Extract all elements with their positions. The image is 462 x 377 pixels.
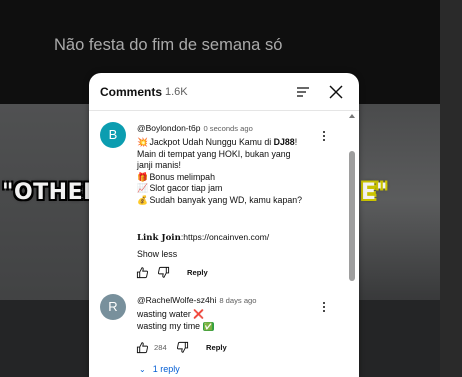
comment-link[interactable]: :https://oncainven.com/ bbox=[181, 232, 269, 242]
close-icon[interactable] bbox=[326, 82, 346, 102]
comment-line: wasting my time ✅ bbox=[137, 320, 214, 331]
comment-time[interactable]: 0 seconds ago bbox=[203, 124, 252, 133]
comment-author[interactable]: @Boylondon-t6p 0 seconds ago bbox=[137, 123, 253, 133]
show-less-button[interactable]: Show less bbox=[137, 249, 177, 259]
comment-bullet: 💰 Sudah banyak yang WD, kamu kapan? bbox=[137, 194, 303, 205]
avatar-letter: B bbox=[108, 127, 118, 142]
dislike-icon[interactable] bbox=[176, 341, 189, 354]
collision-emoji: 💥 bbox=[137, 137, 148, 147]
link-label: Link Join bbox=[137, 233, 181, 243]
dislike-icon[interactable] bbox=[157, 266, 170, 279]
avatar[interactable]: B bbox=[100, 122, 126, 148]
brand-text: DJ88 bbox=[273, 137, 295, 147]
comment-bullet: 📈 Slot gacor tiap jam bbox=[137, 183, 223, 193]
comments-count: 1.6K bbox=[165, 86, 188, 98]
comment-link-line: Link Join:https://oncainven.com/ bbox=[137, 232, 337, 245]
comments-list[interactable]: B @Boylondon-t6p 0 seconds ago 💥 Jackpot … bbox=[89, 112, 359, 377]
comment-bullet: 🎁 Bonus melimpah bbox=[137, 171, 215, 182]
side-strip bbox=[440, 0, 462, 377]
money-bag-emoji: 💰 bbox=[137, 194, 148, 205]
comment-actions: 284 Reply bbox=[136, 341, 246, 355]
like-icon[interactable] bbox=[136, 341, 149, 354]
comment-author[interactable]: @RachelWolfe-sz4hi 8 days ago bbox=[137, 295, 257, 305]
comment-text: 💥 Jackpot Udah Nunggu Kamu di DJ88! Main… bbox=[137, 137, 337, 206]
reply-button[interactable]: Reply bbox=[206, 343, 227, 352]
comment-line: Main di tempat yang HOKI, bukan yang bbox=[137, 148, 291, 159]
comments-header: Comments 1.6K bbox=[89, 73, 359, 111]
reply-button[interactable]: Reply bbox=[187, 268, 208, 277]
view-replies-button[interactable]: ⌄ 1 reply bbox=[139, 364, 180, 374]
author-handle[interactable]: @RachelWolfe-sz4hi bbox=[137, 295, 216, 305]
comment-line: janji manis! bbox=[137, 160, 182, 170]
sort-icon[interactable] bbox=[294, 83, 312, 101]
check-mark-emoji: ✅ bbox=[202, 321, 214, 331]
comments-title: Comments bbox=[100, 85, 163, 99]
video-title: Não festa do fim de semana só bbox=[54, 36, 283, 54]
comment-actions: Reply bbox=[136, 266, 216, 280]
scroll-thumb[interactable] bbox=[349, 151, 355, 281]
like-count: 284 bbox=[154, 343, 167, 352]
comment-line: wasting water ❌ bbox=[137, 309, 205, 319]
like-icon[interactable] bbox=[136, 266, 149, 279]
comment-text: wasting water ❌ wasting my time ✅ bbox=[137, 309, 337, 332]
avatar-letter: R bbox=[108, 299, 118, 314]
comments-scrollbar[interactable] bbox=[348, 114, 356, 377]
scroll-up-icon[interactable] bbox=[349, 114, 355, 118]
chart-emoji: 📈 bbox=[137, 183, 148, 193]
gift-emoji: 🎁 bbox=[137, 171, 148, 182]
author-handle[interactable]: @Boylondon-t6p bbox=[137, 123, 200, 133]
comment-time[interactable]: 8 days ago bbox=[219, 296, 256, 305]
comments-panel: Comments 1.6K B @Boylondon-t6p 0 seconds … bbox=[89, 73, 359, 377]
cross-mark-emoji: ❌ bbox=[193, 309, 205, 319]
comment-line: 💥 Jackpot Udah Nunggu Kamu di DJ88! bbox=[137, 137, 298, 147]
replies-count: 1 reply bbox=[152, 364, 180, 374]
avatar[interactable]: R bbox=[100, 294, 126, 320]
chevron-down-icon: ⌄ bbox=[139, 365, 146, 374]
video-caption-right: E" bbox=[361, 180, 388, 205]
